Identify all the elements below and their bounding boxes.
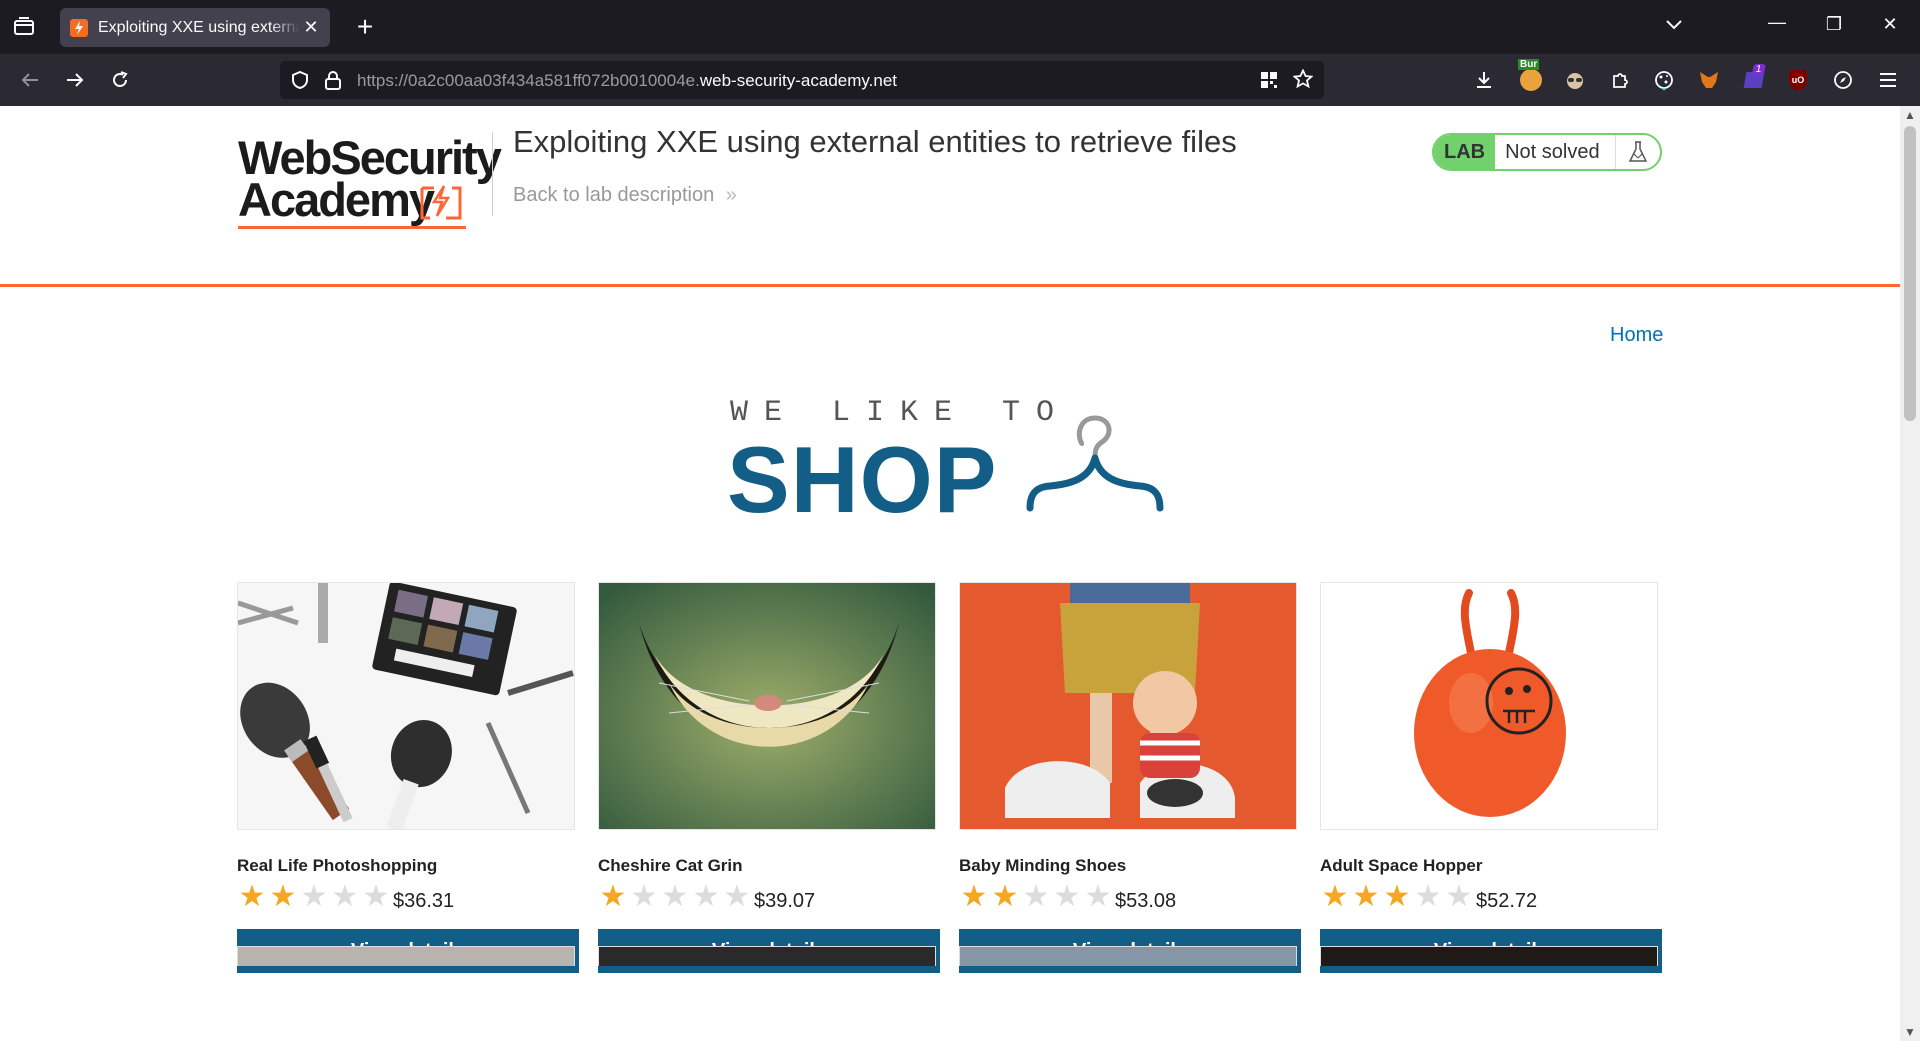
spy-extension-icon[interactable] bbox=[1561, 66, 1589, 94]
flask-icon bbox=[1615, 135, 1660, 169]
double-chevron-icon: » bbox=[725, 184, 737, 206]
star-empty-icon: ★ bbox=[1414, 880, 1442, 913]
tab-close-icon[interactable]: ✕ bbox=[302, 17, 320, 38]
page-content: WebSecurity Academy Exploiting XXE using… bbox=[0, 106, 1900, 1041]
product-image-baby-shoes[interactable] bbox=[959, 582, 1297, 830]
product-card: Adult Space Hopper ★★★★★ $52.72 View det… bbox=[1320, 582, 1662, 973]
product-image-makeup[interactable] bbox=[237, 582, 575, 830]
star-filled-icon: ★ bbox=[1383, 880, 1411, 913]
star-empty-icon: ★ bbox=[1053, 880, 1081, 913]
product-price: $53.08 bbox=[1115, 890, 1177, 912]
star-filled-icon: ★ bbox=[960, 880, 988, 913]
star-filled-icon: ★ bbox=[1321, 880, 1349, 913]
product-card: Baby Minding Shoes ★★★★★ $53.08 View det… bbox=[959, 582, 1301, 973]
star-rating: ★ ★ ★ ★ ★ bbox=[1320, 882, 1475, 912]
tab-title: Exploiting XXE using external entities t… bbox=[98, 18, 300, 36]
extensions-puzzle-icon[interactable] bbox=[1606, 66, 1634, 94]
star-filled-icon: ★ bbox=[1352, 880, 1380, 913]
product-image-row2[interactable] bbox=[1320, 946, 1658, 966]
hanger-icon bbox=[1026, 415, 1164, 512]
list-all-tabs-icon[interactable] bbox=[1662, 14, 1686, 35]
menu-icon[interactable] bbox=[1874, 66, 1902, 94]
lab-status-text: Not solved bbox=[1505, 140, 1600, 163]
star-empty-icon: ★ bbox=[300, 880, 328, 913]
scroll-thumb[interactable] bbox=[1904, 126, 1916, 421]
scroll-up-icon[interactable]: ▲ bbox=[1900, 108, 1920, 122]
product-image-row2[interactable] bbox=[959, 946, 1297, 966]
star-empty-icon: ★ bbox=[331, 880, 359, 913]
star-empty-icon: ★ bbox=[1445, 880, 1473, 913]
product-name: Baby Minding Shoes bbox=[959, 856, 1127, 875]
product-name: Real Life Photoshopping bbox=[237, 856, 438, 875]
restore-button[interactable]: ❐ bbox=[1822, 14, 1846, 35]
star-empty-icon: ★ bbox=[1084, 880, 1112, 913]
star-filled-icon: ★ bbox=[269, 880, 297, 913]
star-empty-icon: ★ bbox=[630, 880, 658, 913]
star-rating: ★ ★ ★ ★ ★ bbox=[237, 882, 392, 912]
star-empty-icon: ★ bbox=[692, 880, 720, 913]
burp-badge: Bur bbox=[1518, 59, 1540, 70]
star-rating: ★ ★ ★ ★ ★ bbox=[959, 882, 1114, 912]
notification-extension-icon[interactable]: 1 bbox=[1740, 64, 1768, 94]
lab-header: WebSecurity Academy Exploiting XXE using… bbox=[0, 106, 1900, 287]
forward-icon[interactable] bbox=[61, 66, 89, 94]
star-empty-icon: ★ bbox=[1022, 880, 1050, 913]
close-window-button[interactable]: ✕ bbox=[1878, 14, 1902, 35]
lock-icon[interactable] bbox=[324, 70, 342, 95]
reload-icon[interactable] bbox=[106, 66, 134, 94]
product-price: $36.31 bbox=[393, 890, 455, 912]
star-empty-icon: ★ bbox=[723, 880, 751, 913]
product-card: Real Life Photoshopping ★★★★★ $36.31 Vie… bbox=[237, 582, 579, 973]
compass-icon[interactable] bbox=[1829, 66, 1857, 94]
product-image-cheshire-cat[interactable] bbox=[598, 582, 936, 830]
star-filled-icon: ★ bbox=[599, 880, 627, 913]
new-tab-button[interactable]: + bbox=[350, 12, 380, 42]
star-filled-icon: ★ bbox=[991, 880, 1019, 913]
logo-underline bbox=[238, 226, 466, 229]
navigation-toolbar: https://0a2c00aa03f434a581ff072b0010004e… bbox=[0, 54, 1920, 106]
academy-logo[interactable]: WebSecurity Academy bbox=[238, 130, 502, 230]
product-price: $52.72 bbox=[1476, 890, 1538, 912]
star-empty-icon: ★ bbox=[362, 880, 390, 913]
tab-list-icon[interactable] bbox=[12, 16, 36, 38]
lab-badge: LAB bbox=[1434, 135, 1496, 169]
product-price: $39.07 bbox=[754, 890, 816, 912]
home-link[interactable]: Home bbox=[1610, 324, 1663, 347]
product-image-space-hopper[interactable] bbox=[1320, 582, 1658, 830]
hero-title: SHOP bbox=[727, 427, 998, 532]
minimize-button[interactable]: — bbox=[1765, 12, 1789, 33]
star-filled-icon: ★ bbox=[238, 880, 266, 913]
url-text[interactable]: https://0a2c00aa03f434a581ff072b0010004e… bbox=[357, 71, 897, 91]
lab-title: Exploiting XXE using external entities t… bbox=[513, 124, 1237, 159]
burp-extension-icon[interactable]: Bur bbox=[1517, 59, 1545, 94]
scroll-down-icon[interactable]: ▼ bbox=[1900, 1025, 1920, 1039]
shield-icon[interactable] bbox=[290, 70, 310, 95]
qr-code-icon[interactable] bbox=[1260, 71, 1278, 94]
notification-count: 1 bbox=[1751, 64, 1766, 75]
header-divider bbox=[492, 132, 493, 216]
product-name: Adult Space Hopper bbox=[1320, 856, 1483, 875]
favicon-icon bbox=[70, 18, 88, 37]
bookmark-star-icon[interactable] bbox=[1292, 68, 1314, 94]
address-bar[interactable]: https://0a2c00aa03f434a581ff072b0010004e… bbox=[280, 61, 1324, 99]
ublock-icon[interactable]: uO bbox=[1784, 66, 1812, 94]
product-image-row2[interactable] bbox=[598, 946, 936, 966]
shop-hero: WE LIKE TO SHOP bbox=[727, 396, 1170, 536]
product-image-row2[interactable] bbox=[237, 946, 575, 966]
metamask-icon[interactable] bbox=[1695, 66, 1723, 94]
back-to-lab-link[interactable]: Back to lab description » bbox=[513, 184, 737, 207]
logo-line2: Academy bbox=[238, 173, 435, 226]
product-name: Cheshire Cat Grin bbox=[598, 856, 743, 875]
cookie-extension-icon[interactable] bbox=[1650, 66, 1678, 94]
lab-status-widget: LAB Not solved bbox=[1432, 133, 1662, 171]
downloads-icon[interactable] bbox=[1470, 66, 1498, 94]
bolt-logo-icon bbox=[420, 185, 462, 220]
page-scrollbar[interactable]: ▲ ▼ bbox=[1900, 106, 1920, 1041]
product-card: Cheshire Cat Grin ★★★★★ $39.07 View deta… bbox=[598, 582, 940, 973]
star-rating: ★ ★ ★ ★ ★ bbox=[598, 882, 753, 912]
tab-strip: Exploiting XXE using external entities t… bbox=[0, 0, 1920, 54]
back-icon[interactable] bbox=[16, 66, 44, 94]
star-empty-icon: ★ bbox=[661, 880, 689, 913]
browser-tab[interactable]: Exploiting XXE using external entities t… bbox=[60, 8, 330, 47]
